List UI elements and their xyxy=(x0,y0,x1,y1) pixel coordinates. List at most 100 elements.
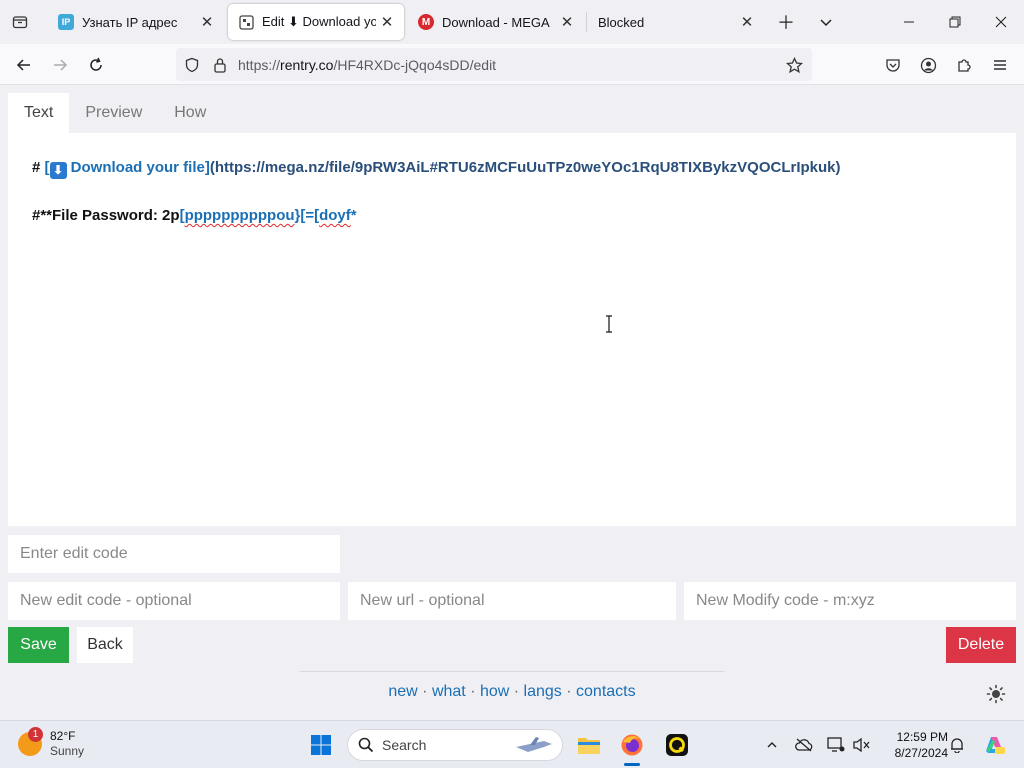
weather-widget[interactable]: 1 82°F Sunny xyxy=(18,727,85,759)
browser-nav-bar: https://rentry.co/HF4RXDc-jQqo4sDD/edit xyxy=(0,44,1024,85)
lock-icon[interactable] xyxy=(210,55,230,75)
rentry-edit-page: Text Preview How # [⬇ Download your file… xyxy=(0,85,1024,720)
edit-code-input[interactable] xyxy=(8,535,340,573)
link-text: Download your file] xyxy=(66,159,210,176)
restore-window-icon[interactable] xyxy=(932,0,978,44)
editor-line-download-link: # [⬇ Download your file](https://mega.nz… xyxy=(32,159,841,179)
volume-muted-icon[interactable] xyxy=(852,735,872,755)
password-segment: }[=[ xyxy=(294,207,320,224)
browser-tab-ip[interactable]: IP Узнать IP адрес ✕ xyxy=(48,4,224,40)
browser-tab-blocked[interactable]: Blocked ✕ xyxy=(588,4,764,40)
rentry-favicon-icon xyxy=(238,14,254,30)
windows-taskbar: 1 82°F Sunny Search 12:59 PM 8/27/2024 xyxy=(0,720,1024,768)
windows-start-icon[interactable] xyxy=(305,729,337,761)
markdown-editor-textarea[interactable]: # [⬇ Download your file](https://mega.nz… xyxy=(8,133,1016,526)
minimize-window-icon[interactable] xyxy=(886,0,932,44)
account-icon[interactable] xyxy=(913,50,943,80)
new-modify-code-input[interactable] xyxy=(684,582,1016,620)
search-label: Search xyxy=(382,737,427,753)
link-url: (https://mega.nz/file/9pRW3AiL#RTU6zMCFu… xyxy=(209,159,841,176)
search-icon xyxy=(358,737,374,753)
footer-link-contacts[interactable]: contacts xyxy=(576,683,636,700)
footer-link-what[interactable]: what xyxy=(432,683,466,700)
mega-favicon-icon: M xyxy=(418,14,434,30)
heading-marker: # xyxy=(32,159,45,176)
browser-tab-mega[interactable]: M Download - MEGA ✕ xyxy=(408,4,584,40)
ip-favicon-icon: IP xyxy=(58,14,74,30)
footer-link-how[interactable]: how xyxy=(480,683,509,700)
footer-separator: · xyxy=(417,683,432,700)
text-cursor-icon xyxy=(606,315,612,333)
notifications-bell-icon[interactable] xyxy=(947,735,967,755)
footer-separator: · xyxy=(561,683,577,700)
theme-toggle-sun-icon[interactable] xyxy=(986,684,1006,704)
sun-weather-icon: 1 xyxy=(18,727,43,756)
new-tab-plus-icon[interactable]: ＋ xyxy=(772,8,800,36)
tab-how[interactable]: How xyxy=(158,93,222,133)
footer-link-new[interactable]: new xyxy=(388,683,417,700)
tab-title: Blocked xyxy=(598,14,645,30)
tracking-protection-shield-icon[interactable] xyxy=(182,55,202,75)
password-segment: doyf xyxy=(319,207,351,224)
footer-divider xyxy=(300,671,724,672)
system-clock[interactable]: 12:59 PM 8/27/2024 xyxy=(880,729,948,761)
firefox-icon[interactable] xyxy=(616,729,648,761)
tab-overview-icon[interactable] xyxy=(6,8,34,36)
url-text[interactable]: https://rentry.co/HF4RXDc-jQqo4sDD/edit xyxy=(238,57,496,73)
pocket-icon[interactable] xyxy=(878,50,908,80)
footer-links: new · what · how · langs · contacts xyxy=(0,683,1024,701)
forward-arrow-icon[interactable] xyxy=(45,50,75,80)
browser-tab-strip: IP Узнать IP адрес ✕ Edit ⬇ Download you… xyxy=(0,0,1024,44)
delete-button[interactable]: Delete xyxy=(946,627,1016,663)
editor-line-password: #**File Password: 2p[ppppppppppou}[=[doy… xyxy=(32,207,357,224)
list-all-tabs-chevron-icon[interactable] xyxy=(812,8,840,36)
tab-title: Download - MEGA xyxy=(442,14,550,30)
password-label: #**File Password: 2p xyxy=(32,207,180,224)
address-bar[interactable]: https://rentry.co/HF4RXDc-jQqo4sDD/edit xyxy=(176,48,812,81)
weather-temperature: 82°F xyxy=(50,729,76,743)
browser-tab-edit[interactable]: Edit ⬇ Download your f ✕ xyxy=(228,4,404,40)
new-url-input[interactable] xyxy=(348,582,676,620)
url-path: /HF4RXDc-jQqo4sDD/edit xyxy=(333,57,497,73)
show-hidden-icons-chevron-icon[interactable] xyxy=(762,735,782,755)
link-bracket: [ xyxy=(44,159,50,176)
search-highlight-plane-icon xyxy=(516,737,552,752)
network-display-icon[interactable] xyxy=(826,735,846,755)
editor-tabs: Text Preview How xyxy=(8,93,222,133)
onedrive-offline-icon[interactable] xyxy=(794,735,814,755)
back-button[interactable]: Back xyxy=(77,627,133,663)
password-segment: ppppppppppou xyxy=(184,207,295,224)
back-arrow-icon[interactable] xyxy=(9,50,39,80)
weather-description: Sunny xyxy=(50,744,85,758)
menu-hamburger-icon[interactable] xyxy=(985,50,1015,80)
notification-badge: 1 xyxy=(28,727,43,742)
tab-title: Edit ⬇ Download your f xyxy=(262,14,376,29)
tab-preview[interactable]: Preview xyxy=(69,93,158,133)
tab-text[interactable]: Text xyxy=(8,93,70,133)
tab-title: Узнать IP адрес xyxy=(82,14,178,30)
close-tab-icon[interactable]: ✕ xyxy=(376,11,398,33)
save-button[interactable]: Save xyxy=(8,627,69,663)
taskbar-search-box[interactable]: Search xyxy=(347,729,563,761)
reload-icon[interactable] xyxy=(81,50,111,80)
download-arrow-icon: ⬇ xyxy=(49,162,67,179)
bookmark-star-icon[interactable] xyxy=(784,55,804,75)
copilot-icon[interactable] xyxy=(978,729,1010,761)
url-prefix: https:// xyxy=(238,57,281,73)
password-segment: * xyxy=(350,207,357,224)
file-explorer-icon[interactable] xyxy=(573,729,605,761)
clock-date: 8/27/2024 xyxy=(894,746,948,760)
active-app-indicator xyxy=(624,763,640,766)
close-tab-icon[interactable]: ✕ xyxy=(196,11,218,33)
extensions-puzzle-icon[interactable] xyxy=(949,50,979,80)
clock-time: 12:59 PM xyxy=(896,730,948,744)
close-tab-icon[interactable]: ✕ xyxy=(556,11,578,33)
footer-separator: · xyxy=(509,683,524,700)
close-tab-icon[interactable]: ✕ xyxy=(736,11,758,33)
qbittorrent-app-icon[interactable] xyxy=(661,729,693,761)
url-host: rentry.co xyxy=(280,57,334,73)
close-window-icon[interactable] xyxy=(978,0,1024,44)
tab-separator xyxy=(586,12,587,32)
new-edit-code-input[interactable] xyxy=(8,582,340,620)
footer-link-langs[interactable]: langs xyxy=(524,683,562,700)
